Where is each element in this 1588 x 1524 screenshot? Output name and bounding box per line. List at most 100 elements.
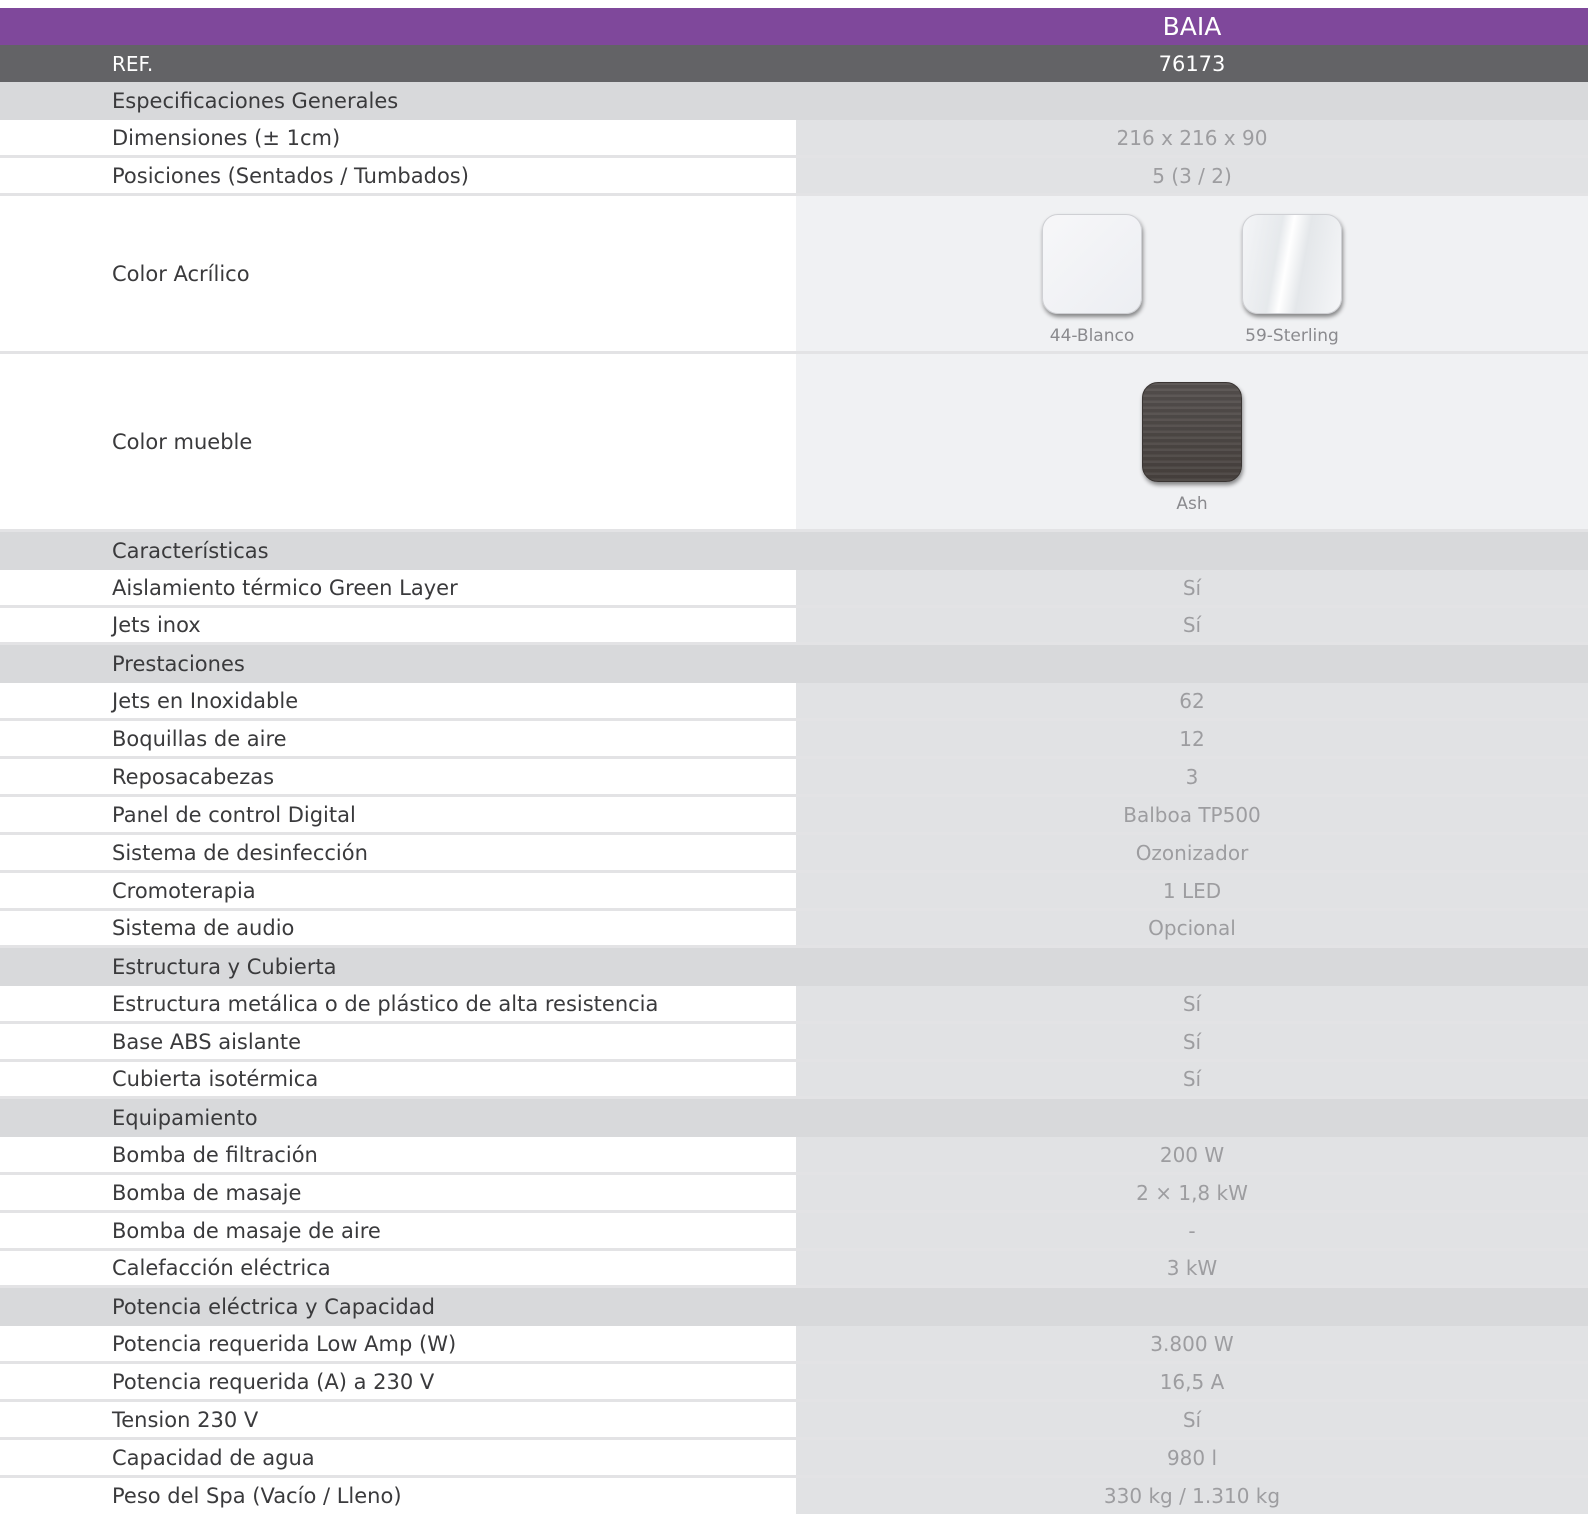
section-general: Especificaciones Generales: [0, 82, 1588, 120]
swatch-name: 44-Blanco: [1049, 326, 1135, 346]
spec-value: Sí: [796, 1062, 1588, 1096]
spec-label: Base ABS aislante: [0, 1024, 796, 1059]
section-title: Prestaciones: [112, 652, 245, 676]
spec-label: Cromoterapia: [0, 873, 796, 908]
model-name: BAIA: [1162, 12, 1222, 41]
spec-value: Sí: [796, 986, 1588, 1021]
spec-label: Peso del Spa (Vacío / Lleno): [0, 1478, 796, 1514]
spec-row: Cubierta isotérmica Sí: [0, 1062, 1588, 1099]
spec-value: 3: [796, 759, 1588, 794]
spec-label: Aislamiento térmico Green Layer: [0, 570, 796, 605]
cabinet-swatches: Ash: [796, 354, 1588, 529]
spec-label: Posiciones (Sentados / Tumbados): [0, 158, 796, 193]
section-title: Estructura y Cubierta: [112, 955, 337, 979]
spec-value: 3.800 W: [796, 1326, 1588, 1361]
spec-row: Base ABS aislante Sí: [0, 1024, 1588, 1062]
spec-row: Sistema de desinfección Ozonizador: [0, 835, 1588, 873]
spec-row: Reposacabezas 3: [0, 759, 1588, 797]
cabinet-color-row: Color mueble Ash: [0, 354, 1588, 532]
spec-row: Boquillas de aire 12: [0, 721, 1588, 759]
spec-table: BAIA REF. 76173 Especificaciones General…: [0, 8, 1588, 1514]
spec-label: Dimensiones (± 1cm): [0, 120, 796, 155]
spec-label: Bomba de masaje: [0, 1175, 796, 1210]
spec-value: 12: [796, 721, 1588, 756]
spec-value: Sí: [796, 608, 1588, 642]
spec-label: Jets en Inoxidable: [0, 683, 796, 718]
spec-label: Reposacabezas: [0, 759, 796, 794]
spec-row: Panel de control Digital Balboa TP500: [0, 797, 1588, 835]
model-header-blank: [0, 8, 796, 45]
spec-row: Bomba de filtración 200 W: [0, 1137, 1588, 1175]
color-swatch-sterling: [1242, 214, 1342, 314]
spec-label: Bomba de masaje de aire: [0, 1213, 796, 1248]
spec-value: 216 x 216 x 90: [796, 120, 1588, 155]
section-power: Potencia eléctrica y Capacidad: [0, 1288, 1588, 1326]
spec-row: Estructura metálica o de plástico de alt…: [0, 986, 1588, 1024]
spec-value: 16,5 A: [796, 1364, 1588, 1399]
spec-label: Calefacción eléctrica: [0, 1251, 796, 1285]
ref-value: 76173: [1158, 51, 1226, 76]
section-performance: Prestaciones: [0, 645, 1588, 683]
spec-value: Balboa TP500: [796, 797, 1588, 832]
spec-row: Aislamiento térmico Green Layer Sí: [0, 570, 1588, 608]
spec-row: Sistema de audio Opcional: [0, 911, 1588, 948]
ref-row: REF. 76173: [0, 45, 1588, 82]
spec-label: Sistema de desinfección: [0, 835, 796, 870]
spec-value: 980 l: [796, 1440, 1588, 1475]
spec-row: Cromoterapia 1 LED: [0, 873, 1588, 911]
section-structure: Estructura y Cubierta: [0, 948, 1588, 986]
spec-row: Jets inox Sí: [0, 608, 1588, 645]
ref-label: REF.: [112, 51, 154, 76]
spec-value: Sí: [796, 1024, 1588, 1059]
swatch-name: Ash: [1176, 494, 1208, 514]
spec-row: Dimensiones (± 1cm) 216 x 216 x 90: [0, 120, 1588, 158]
section-features: Características: [0, 532, 1588, 570]
spec-row: Capacidad de agua 980 l: [0, 1440, 1588, 1478]
spec-value: 200 W: [796, 1137, 1588, 1172]
spec-row: Posiciones (Sentados / Tumbados) 5 (3 / …: [0, 158, 1588, 196]
section-title: Características: [112, 539, 269, 563]
section-equipment: Equipamiento: [0, 1099, 1588, 1137]
spec-label: Capacidad de agua: [0, 1440, 796, 1475]
spec-label: Estructura metálica o de plástico de alt…: [0, 986, 796, 1021]
swatch-item: 44-Blanco: [1042, 214, 1142, 346]
section-title: Especificaciones Generales: [112, 89, 399, 113]
spec-label: Cubierta isotérmica: [0, 1062, 796, 1096]
section-title: Potencia eléctrica y Capacidad: [112, 1295, 435, 1319]
spec-value: Sí: [796, 570, 1588, 605]
color-swatch-ash: [1142, 382, 1242, 482]
spec-label: Color mueble: [0, 354, 796, 529]
spec-row: Bomba de masaje de aire -: [0, 1213, 1588, 1251]
section-title: Equipamiento: [112, 1106, 258, 1130]
spec-label: Boquillas de aire: [0, 721, 796, 756]
spec-label: Color Acrílico: [0, 196, 796, 351]
spec-row: Calefacción eléctrica 3 kW: [0, 1251, 1588, 1288]
spec-value: 62: [796, 683, 1588, 718]
spec-value: 2 × 1,8 kW: [796, 1175, 1588, 1210]
spec-value: 5 (3 / 2): [796, 158, 1588, 193]
spec-label: Bomba de filtración: [0, 1137, 796, 1172]
acrylic-color-row: Color Acrílico 44-Blanco 59-Sterling: [0, 196, 1588, 354]
spec-row: Potencia requerida Low Amp (W) 3.800 W: [0, 1326, 1588, 1364]
spec-row: Tension 230 V Sí: [0, 1402, 1588, 1440]
spec-label: Potencia requerida Low Amp (W): [0, 1326, 796, 1361]
model-header-row: BAIA: [0, 8, 1588, 45]
spec-label: Jets inox: [0, 608, 796, 642]
spec-value: Ozonizador: [796, 835, 1588, 870]
spec-row: Peso del Spa (Vacío / Lleno) 330 kg / 1.…: [0, 1478, 1588, 1514]
spec-label: Panel de control Digital: [0, 797, 796, 832]
swatch-item: 59-Sterling: [1242, 214, 1342, 346]
spec-value: Opcional: [796, 911, 1588, 945]
spec-label: Potencia requerida (A) a 230 V: [0, 1364, 796, 1399]
spec-row: Bomba de masaje 2 × 1,8 kW: [0, 1175, 1588, 1213]
spec-label: Tension 230 V: [0, 1402, 796, 1437]
swatch-item: Ash: [1142, 382, 1242, 514]
spec-value: 3 kW: [796, 1251, 1588, 1285]
spec-value: 1 LED: [796, 873, 1588, 908]
spec-value: 330 kg / 1.310 kg: [796, 1478, 1588, 1514]
spec-value: -: [796, 1213, 1588, 1248]
color-swatch-blanco: [1042, 214, 1142, 314]
spec-value: Sí: [796, 1402, 1588, 1437]
acrylic-swatches: 44-Blanco 59-Sterling: [796, 196, 1588, 351]
swatch-name: 59-Sterling: [1245, 326, 1339, 346]
